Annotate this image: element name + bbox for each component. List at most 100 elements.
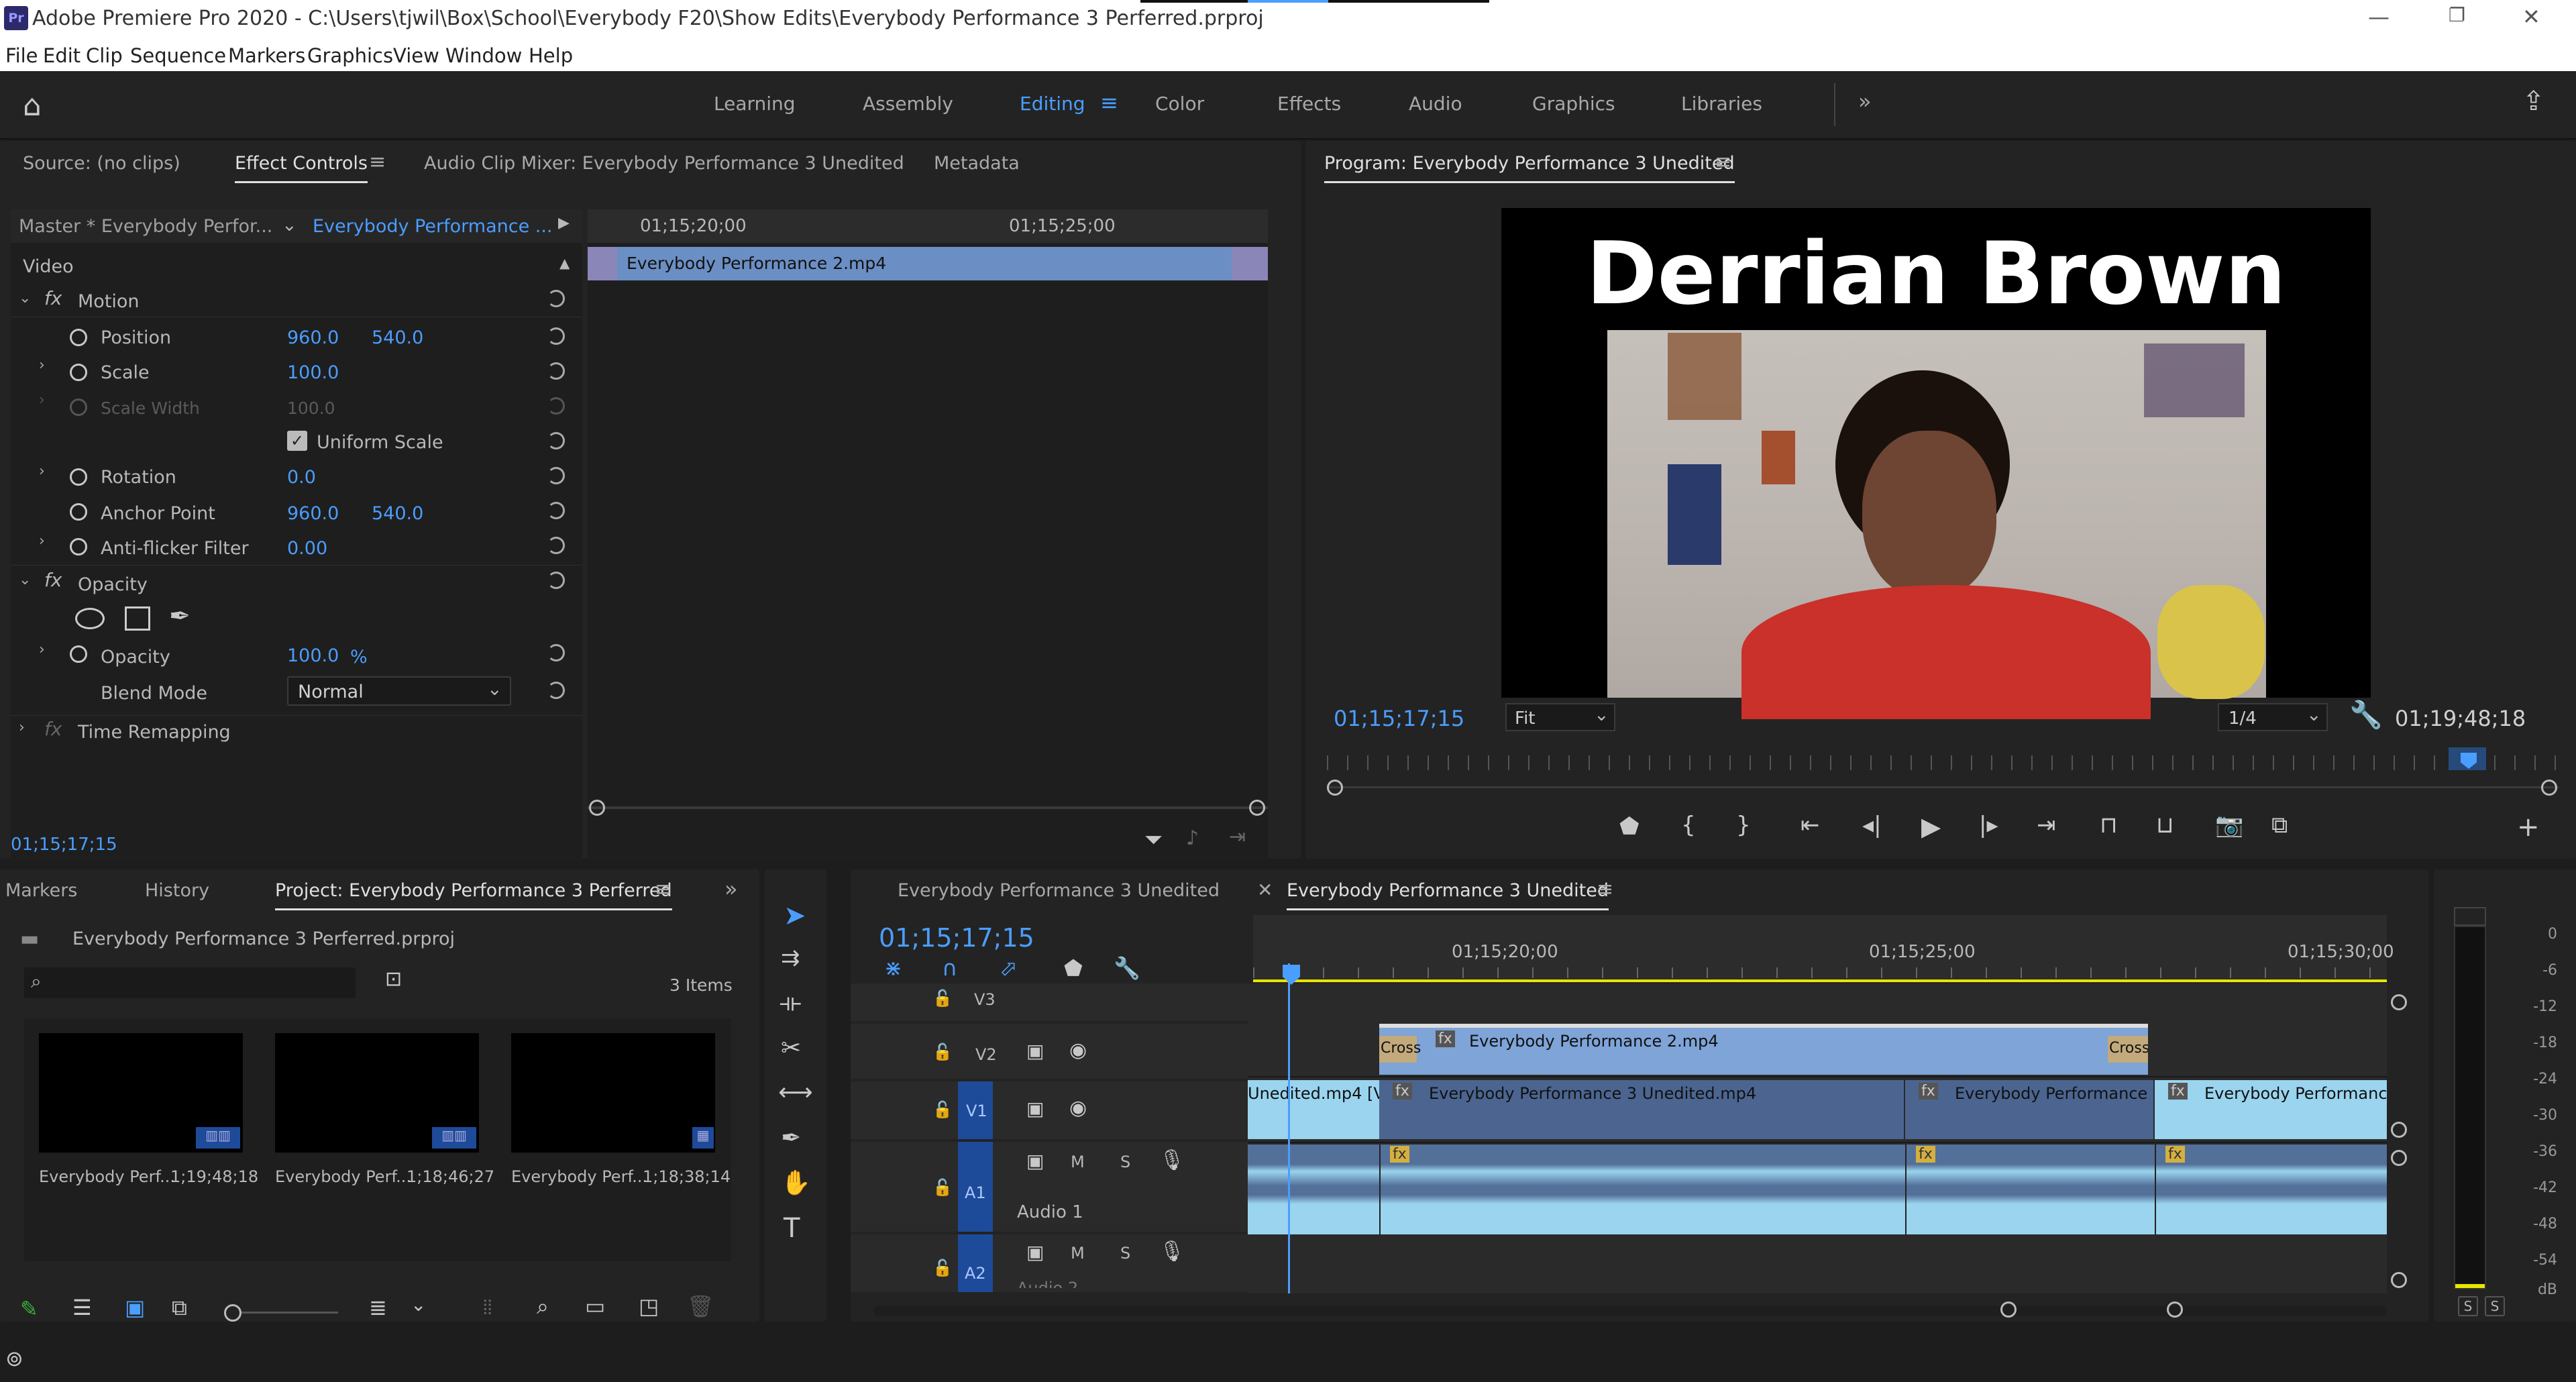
zoom-handle-right[interactable]: [1249, 800, 1265, 816]
filter-icon[interactable]: ⏷: [1144, 827, 1163, 853]
effect-timecode[interactable]: 01;15;17;15: [11, 835, 117, 855]
reset-blend-icon[interactable]: [547, 682, 565, 699]
menu-help[interactable]: Help: [529, 44, 573, 67]
sort-icon[interactable]: ≣: [369, 1295, 387, 1320]
comparison-view-icon[interactable]: ⧉: [2271, 812, 2288, 839]
lock-icon[interactable]: 🔓: [932, 1259, 953, 1277]
more-panels-icon[interactable]: »: [724, 876, 738, 902]
scale-value[interactable]: 100.0: [287, 362, 339, 383]
toggle-sync-lock-icon[interactable]: ▣: [1026, 1150, 1044, 1172]
button-editor-icon[interactable]: +: [2517, 812, 2540, 843]
toggle-sync-lock-icon[interactable]: ▣: [1026, 1040, 1044, 1062]
timeline-timecode[interactable]: 01;15;17;15: [879, 923, 1034, 953]
ws-effects[interactable]: Effects: [1277, 93, 1341, 115]
play-icon[interactable]: ▶: [1921, 812, 1941, 841]
reset-rotation-icon[interactable]: [547, 467, 565, 484]
home-icon[interactable]: ⌂: [23, 89, 42, 123]
stopwatch-icon[interactable]: [70, 645, 87, 663]
ws-libraries[interactable]: Libraries: [1681, 93, 1762, 115]
mark-in-icon[interactable]: {: [1681, 812, 1696, 839]
tab-markers[interactable]: Markers: [5, 880, 77, 901]
reset-position-icon[interactable]: [547, 327, 565, 345]
freeform-view-icon[interactable]: ⧉: [172, 1295, 187, 1321]
program-zoom-bar[interactable]: [1327, 786, 2559, 788]
playhead-line[interactable]: [1288, 963, 1290, 1293]
clip-select[interactable]: Everybody Performance ...: [313, 216, 553, 237]
item-name-1[interactable]: Everybody Perf...: [39, 1167, 175, 1186]
menu-window[interactable]: Window: [445, 44, 522, 67]
program-menu-icon[interactable]: ≡: [1715, 150, 1731, 174]
v1-clip-3[interactable]: fx Everybody Performance 3 U: [1905, 1080, 2153, 1139]
menu-markers[interactable]: Markers: [228, 44, 305, 67]
go-to-in-icon[interactable]: ⇤: [1801, 812, 1820, 839]
anchor-y-value[interactable]: 540.0: [372, 503, 423, 524]
ws-graphics[interactable]: Graphics: [1532, 93, 1615, 115]
collapse-video-icon[interactable]: ▲: [559, 255, 570, 271]
tab-sequence-1[interactable]: Everybody Performance 3 Unedited: [898, 880, 1220, 901]
list-view-icon[interactable]: ☰: [72, 1295, 92, 1320]
resolution-select[interactable]: 1/4 ⌄: [2218, 703, 2328, 731]
v2-clip[interactable]: fx Everybody Performance 2.mp4 Cross Cro…: [1379, 1024, 2148, 1075]
zoom-handle-left[interactable]: [589, 800, 605, 816]
tab-project[interactable]: Project: Everybody Performance 3 Perferr…: [275, 880, 672, 910]
ws-audio[interactable]: Audio: [1409, 93, 1462, 115]
ws-color[interactable]: Color: [1155, 93, 1204, 115]
lock-icon[interactable]: 🔓: [932, 989, 953, 1008]
eye-icon[interactable]: ◉: [1069, 1039, 1087, 1062]
ws-assembly[interactable]: Assembly: [863, 93, 953, 115]
add-marker-icon[interactable]: ⬟: [1064, 955, 1083, 981]
show-timeline-icon[interactable]: ▶: [558, 215, 570, 231]
stopwatch-icon[interactable]: [70, 538, 87, 555]
new-item-icon[interactable]: ◳: [639, 1293, 659, 1319]
toggle-sync-lock-icon[interactable]: ▣: [1026, 1098, 1044, 1120]
vscroll-handle[interactable]: [2391, 1150, 2407, 1166]
menu-edit[interactable]: Edit: [43, 44, 80, 67]
v1-clip-4[interactable]: fx Everybody Performance 3: [2155, 1080, 2387, 1139]
mute-button[interactable]: M: [1071, 1244, 1085, 1263]
ws-editing[interactable]: Editing: [1020, 93, 1085, 115]
minimize-icon[interactable]: —: [2368, 4, 2390, 30]
lock-icon[interactable]: 🔓: [932, 1178, 953, 1197]
linked-selection-icon[interactable]: ⬀: [1000, 955, 1018, 981]
eye-icon[interactable]: ◉: [1069, 1096, 1087, 1120]
play-audio-icon[interactable]: ♪: [1186, 827, 1199, 850]
tab-audio-clip-mixer[interactable]: Audio Clip Mixer: Everybody Performance …: [424, 153, 904, 174]
nest-icon[interactable]: ⋇: [884, 955, 902, 981]
hscroll-handle-right[interactable]: [2167, 1301, 2183, 1318]
vscroll-handle[interactable]: [2391, 1272, 2407, 1288]
stopwatch-icon[interactable]: [70, 468, 87, 486]
stopwatch-icon[interactable]: [70, 329, 87, 346]
rotation-expand-icon[interactable]: ›: [39, 463, 45, 480]
pen-tool-icon[interactable]: ✒: [781, 1124, 801, 1152]
antiflicker-value[interactable]: 0.00: [287, 538, 327, 559]
program-scrub-ruler[interactable]: [1327, 755, 2559, 770]
microphone-icon[interactable]: 🎙: [1159, 1149, 1185, 1172]
ws-learning[interactable]: Learning: [714, 93, 796, 115]
project-search-input[interactable]: ⌕: [24, 967, 356, 998]
antiflicker-expand-icon[interactable]: ›: [39, 533, 45, 549]
creative-cloud-icon[interactable]: ⊚: [5, 1346, 23, 1371]
close-icon[interactable]: ✕: [2522, 4, 2540, 30]
extract-icon[interactable]: ⊔: [2156, 812, 2174, 839]
more-workspaces-icon[interactable]: »: [1858, 89, 1872, 114]
stopwatch-icon[interactable]: [70, 364, 87, 381]
reset-motion-icon[interactable]: [547, 290, 565, 307]
opacity-value[interactable]: 100.0: [287, 645, 339, 666]
solo-right-button[interactable]: S: [2485, 1296, 2505, 1316]
solo-left-button[interactable]: S: [2458, 1296, 2478, 1316]
thumbnail-2[interactable]: ▥▥: [275, 1033, 479, 1153]
transition-start[interactable]: Cross: [1379, 1036, 1421, 1063]
find-icon[interactable]: ⌕: [537, 1293, 549, 1320]
reset-opacity-group-icon[interactable]: [547, 572, 565, 589]
lift-icon[interactable]: ⊓: [2100, 812, 2118, 839]
close-tab-icon[interactable]: ✕: [1257, 879, 1273, 901]
item-name-2[interactable]: Everybody Perf...: [275, 1167, 411, 1186]
add-marker-icon[interactable]: ⬟: [1619, 813, 1640, 840]
zoom-slider-track[interactable]: [241, 1312, 338, 1314]
program-video-frame[interactable]: Derrian Brown: [1501, 208, 2371, 719]
hscroll-handle-left[interactable]: [2000, 1301, 2017, 1318]
position-x-value[interactable]: 960.0: [287, 327, 339, 348]
tab-history[interactable]: History: [145, 880, 209, 901]
find-icon[interactable]: ⊡: [385, 967, 402, 991]
clip-dropdown-icon[interactable]: ⌄: [282, 215, 297, 235]
